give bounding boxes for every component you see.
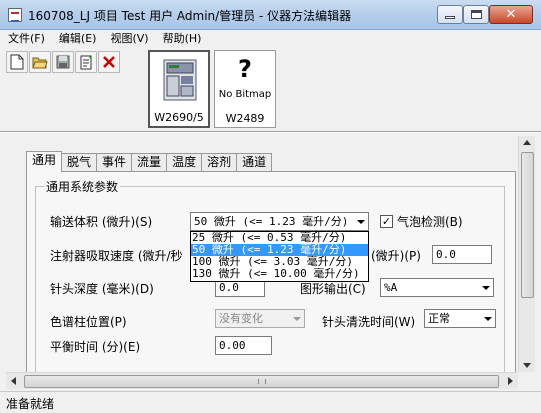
needle-depth-label: 针头深度 (毫米)(D)	[50, 282, 154, 296]
new-document-icon[interactable]	[6, 51, 28, 73]
bubble-detect-checkbox[interactable]: ✓	[380, 215, 393, 228]
title-bar: 160708_LJ 项目 Test 用户 Admin/管理员 - 仪器方法编辑器…	[0, 0, 541, 30]
close-icon: ✕	[505, 7, 517, 22]
scroll-left-icon[interactable]	[11, 377, 16, 385]
dropdown-option[interactable]: 25 微升 (<= 0.53 毫升/分)	[191, 232, 368, 244]
chevron-down-icon[interactable]	[289, 310, 304, 327]
open-folder-icon[interactable]	[29, 51, 51, 73]
module-panel: W2690/5 ? No Bitmap W2489	[148, 50, 278, 130]
needle-wash-time-label: 针头清洗时间(W)	[322, 315, 416, 329]
save-disk-icon[interactable]	[52, 51, 74, 73]
tab-flow[interactable]: 流量	[131, 153, 168, 171]
group-title: 通用系统参数	[44, 178, 121, 195]
tab-solvent[interactable]: 溶剂	[201, 153, 238, 171]
status-text: 准备就绪	[6, 397, 55, 411]
scroll-right-icon[interactable]	[508, 377, 513, 385]
horizontal-scrollbar[interactable]	[6, 372, 518, 389]
column-position-label: 色谱柱位置(P)	[50, 315, 127, 329]
graphic-output-label: 图形输出(C)	[300, 282, 366, 296]
menu-bar: 文件(F) 编辑(E) 视图(V) 帮助(H)	[0, 30, 541, 48]
menu-help[interactable]: 帮助(H)	[155, 30, 208, 48]
syringe-draw-rate-input[interactable]: 0.0	[432, 245, 492, 264]
scroll-up-icon[interactable]	[523, 140, 531, 145]
syringe-draw-rate-suffix: (微升)(P)	[371, 249, 421, 263]
delivery-volume-select[interactable]: 50 微升 (<= 1.23 毫升/分)	[190, 212, 369, 231]
menu-edit[interactable]: 编辑(E)	[51, 30, 103, 48]
module-label: W2489	[225, 112, 265, 125]
app-icon	[8, 8, 22, 22]
graphic-output-value: %A	[384, 281, 398, 294]
status-bar: 准备就绪	[0, 391, 541, 413]
module-w2489[interactable]: ? No Bitmap W2489	[214, 50, 276, 128]
question-mark-icon: ?	[238, 55, 252, 83]
scroll-down-icon[interactable]	[523, 363, 531, 368]
divider	[0, 131, 541, 133]
instrument-icon	[163, 59, 197, 101]
delivery-volume-dropdown-list: 25 微升 (<= 0.53 毫升/分) 50 微升 (<= 1.23 毫升/分…	[190, 231, 369, 282]
properties-icon[interactable]	[75, 51, 97, 73]
menu-view[interactable]: 视图(V)	[102, 30, 154, 48]
module-label: W2690/5	[154, 111, 204, 124]
chevron-down-icon[interactable]	[353, 213, 368, 230]
dropdown-option[interactable]: 130 微升 (<= 10.00 毫升/分)	[191, 268, 368, 280]
delivery-volume-value: 50 微升 (<= 1.23 毫升/分)	[194, 215, 349, 228]
maximize-button[interactable]	[463, 5, 489, 24]
chevron-down-icon[interactable]	[478, 279, 493, 296]
tab-degas[interactable]: 脱气	[61, 153, 98, 171]
syringe-draw-rate-label: 注射器吸取速度 (微升/秒	[50, 249, 183, 263]
no-bitmap-text: No Bitmap	[218, 89, 272, 100]
column-position-value: 没有变化	[219, 312, 263, 325]
minimize-icon	[445, 16, 455, 19]
needle-wash-time-value: 正常	[428, 312, 450, 325]
module-w2690[interactable]: W2690/5	[148, 50, 210, 128]
dropdown-option[interactable]: 100 微升 (<= 3.03 毫升/分)	[191, 256, 368, 268]
chevron-down-icon[interactable]	[480, 310, 495, 327]
column-position-select[interactable]: 没有变化	[215, 309, 305, 328]
dropdown-option-selected[interactable]: 50 微升 (<= 1.23 毫升/分)	[191, 244, 368, 256]
horizontal-scroll-thumb[interactable]	[24, 375, 499, 388]
needle-wash-time-select[interactable]: 正常	[424, 309, 496, 328]
tab-temperature[interactable]: 温度	[166, 153, 203, 171]
vertical-scrollbar[interactable]	[518, 136, 535, 372]
delete-x-icon[interactable]	[98, 51, 120, 73]
equilibration-time-label: 平衡时间 (分)(E)	[50, 340, 141, 354]
tab-channel[interactable]: 通道	[236, 153, 273, 171]
tab-general[interactable]: 通用	[26, 151, 63, 172]
delivery-volume-label: 输送体积 (微升)(S)	[50, 215, 153, 229]
tab-events[interactable]: 事件	[96, 153, 133, 171]
vertical-scroll-thumb[interactable]	[521, 152, 534, 298]
bubble-detect-label: 气泡检测(B)	[397, 215, 463, 229]
window-title: 160708_LJ 项目 Test 用户 Admin/管理员 - 仪器方法编辑器	[28, 9, 352, 23]
tab-strip: 通用 脱气 事件 流量 温度 溶剂 通道	[26, 151, 273, 172]
graphic-output-select[interactable]: %A	[380, 278, 494, 297]
toolbar	[6, 51, 121, 75]
minimize-button[interactable]	[437, 5, 463, 24]
equilibration-time-input[interactable]: 0.00	[215, 336, 272, 355]
maximize-icon	[470, 10, 482, 19]
menu-file[interactable]: 文件(F)	[0, 30, 51, 48]
close-button[interactable]: ✕	[489, 5, 533, 24]
